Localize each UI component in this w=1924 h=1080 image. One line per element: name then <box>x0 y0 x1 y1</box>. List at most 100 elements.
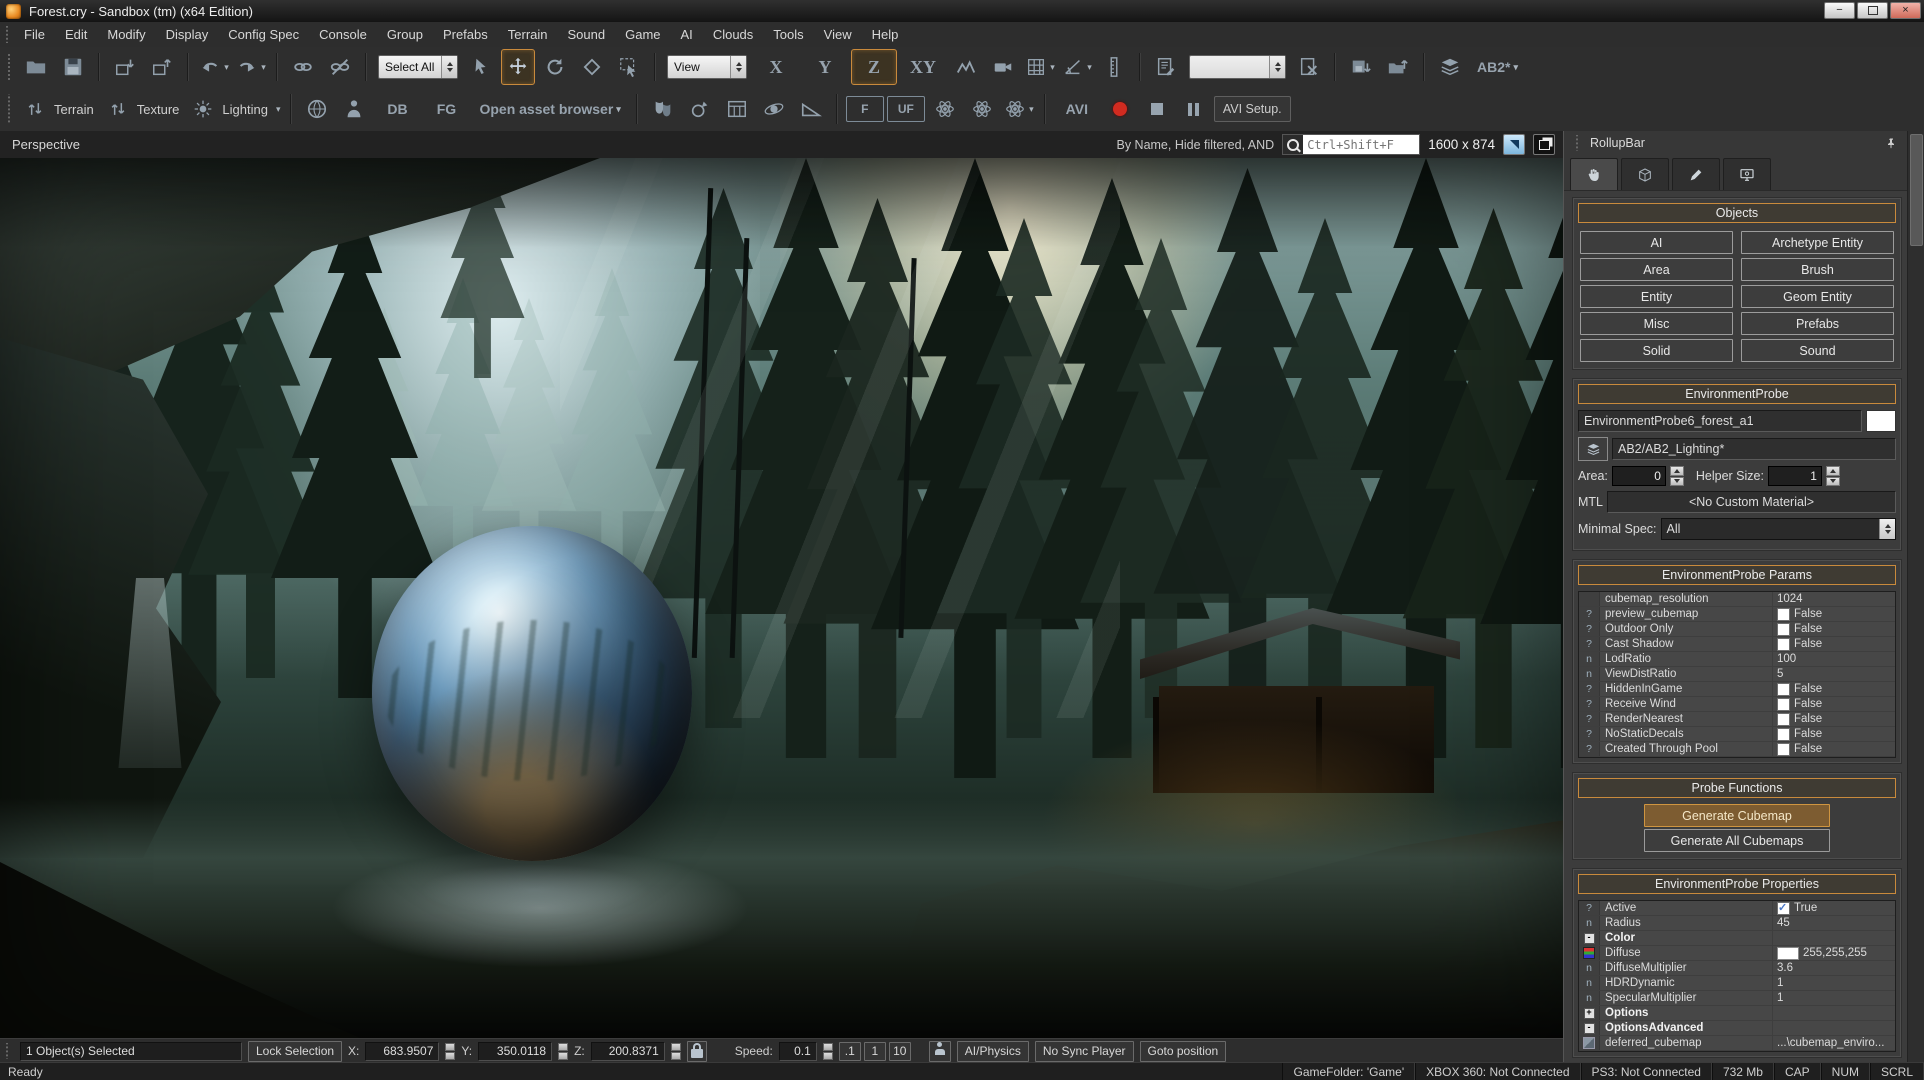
pin-icon[interactable] <box>1884 136 1898 150</box>
lock-axis-button[interactable] <box>686 1040 707 1062</box>
record-button[interactable] <box>1103 91 1137 127</box>
menu-sound[interactable]: Sound <box>558 23 616 46</box>
menu-ai[interactable]: AI <box>671 23 703 46</box>
rollupbar-scrollbar[interactable] <box>1907 131 1924 1062</box>
y-coordinate-input[interactable]: 350.0118 <box>478 1041 553 1061</box>
property-value[interactable]: False <box>1772 637 1895 651</box>
property-value[interactable] <box>1772 1021 1895 1035</box>
trackview-icon[interactable] <box>757 91 791 127</box>
speed-preset-1[interactable]: 1 <box>863 1041 886 1061</box>
snap-angle-icon[interactable]: ▾ <box>1060 49 1094 85</box>
property-row[interactable]: - Color <box>1579 931 1895 946</box>
area-spinner[interactable] <box>1669 466 1684 486</box>
property-row[interactable]: n Radius 45 <box>1579 916 1895 931</box>
property-row[interactable]: ? Receive Wind False <box>1579 697 1895 712</box>
checkbox-unchecked-icon[interactable] <box>1777 622 1790 636</box>
property-value[interactable]: 1024 <box>1772 592 1895 606</box>
uf-panel-button[interactable]: UF <box>886 96 925 122</box>
object-type-prefabs[interactable]: Prefabs <box>1741 312 1894 335</box>
camera-icon[interactable] <box>986 49 1020 85</box>
save-level-stats-icon[interactable] <box>1344 49 1378 85</box>
property-row[interactable]: ? preview_cubemap False <box>1579 607 1895 622</box>
scale-tool-icon[interactable] <box>575 49 609 85</box>
restore-viewport-icon[interactable] <box>1533 134 1555 155</box>
dropdown-caret-icon[interactable]: ▾ <box>261 62 266 73</box>
follow-terrain-icon[interactable] <box>949 49 983 85</box>
z-spinner[interactable] <box>670 1042 681 1060</box>
property-value[interactable]: False <box>1772 697 1895 711</box>
delete-selection-icon[interactable] <box>1292 49 1326 85</box>
checkbox-unchecked-icon[interactable] <box>1777 727 1790 741</box>
menu-group[interactable]: Group <box>377 23 433 46</box>
import-objects-icon[interactable] <box>108 49 142 85</box>
layers-icon[interactable] <box>1433 49 1467 85</box>
properties-section-header[interactable]: EnvironmentProbe Properties <box>1578 874 1896 894</box>
z-coordinate-input[interactable]: 200.8371 <box>590 1041 665 1061</box>
lighting-tool[interactable]: Lighting ▾ <box>187 95 282 123</box>
property-value[interactable]: False <box>1772 622 1895 636</box>
atom-icon-2[interactable] <box>965 91 999 127</box>
select-tool-icon[interactable] <box>464 49 498 85</box>
reference-coords-combo[interactable]: View <box>667 55 747 79</box>
menu-terrain[interactable]: Terrain <box>498 23 558 46</box>
search-icon[interactable] <box>1283 135 1304 154</box>
property-row[interactable]: ? Active True <box>1579 901 1895 916</box>
player-button[interactable] <box>928 1040 951 1062</box>
dropdown-caret-icon[interactable]: ▾ <box>276 104 281 115</box>
functions-section-header[interactable]: Probe Functions <box>1578 778 1896 798</box>
property-value[interactable]: ...\cubemap_enviro... <box>1772 1036 1895 1050</box>
property-value[interactable]: 45 <box>1772 916 1895 930</box>
vehicle-editor-icon[interactable] <box>683 91 717 127</box>
pause-button[interactable] <box>1177 91 1211 127</box>
axis-x-button[interactable]: X <box>753 49 799 85</box>
dropdown-caret-icon[interactable]: ▾ <box>1029 104 1034 115</box>
property-value[interactable]: 255,255,255 <box>1772 946 1895 960</box>
selection-name-input[interactable] <box>1189 55 1286 79</box>
property-row[interactable]: n DiffuseMultiplier 3.6 <box>1579 961 1895 976</box>
speed-preset-10[interactable]: 10 <box>888 1041 911 1061</box>
axis-y-button[interactable]: Y <box>802 49 848 85</box>
scrollbar-thumb[interactable] <box>1910 134 1923 246</box>
object-type-solid[interactable]: Solid <box>1580 339 1733 362</box>
viewport-layout-icon[interactable] <box>1503 134 1525 155</box>
property-row[interactable]: - OptionsAdvanced <box>1579 1021 1895 1036</box>
title-bar[interactable]: Forest.cry - Sandbox (tm) (x64 Edition) … <box>0 0 1924 22</box>
property-value[interactable]: 5 <box>1772 667 1895 681</box>
export-objects-icon[interactable] <box>145 49 179 85</box>
object-type-ai[interactable]: AI <box>1580 231 1733 254</box>
move-tool-icon[interactable] <box>501 49 535 85</box>
viewport-filter-label[interactable]: By Name, Hide filtered, AND <box>1116 138 1274 152</box>
property-row[interactable]: ? Created Through Pool False <box>1579 742 1895 757</box>
no-sync-player-button[interactable]: No Sync Player <box>1034 1040 1134 1062</box>
property-value[interactable]: False <box>1772 742 1895 756</box>
texture-mode[interactable]: Texture <box>102 95 185 123</box>
menu-clouds[interactable]: Clouds <box>703 23 763 46</box>
spinner-icon[interactable] <box>441 56 457 78</box>
close-button[interactable]: × <box>1890 2 1921 19</box>
tab-display[interactable] <box>1723 158 1771 190</box>
collapse-icon[interactable]: - <box>1583 932 1595 944</box>
maximize-button[interactable] <box>1857 2 1888 19</box>
property-row[interactable]: cubemap_resolution 1024 <box>1579 592 1895 607</box>
named-selection-icon[interactable] <box>1149 49 1183 85</box>
color-swatch[interactable] <box>1777 946 1799 960</box>
property-value[interactable]: False <box>1772 727 1895 741</box>
minimal-spec-combo[interactable]: All <box>1660 518 1896 540</box>
object-type-entity[interactable]: Entity <box>1580 285 1733 308</box>
helper-size-input[interactable]: 1 <box>1767 466 1822 486</box>
ai-physics-button[interactable]: AI/Physics <box>956 1040 1029 1062</box>
menu-file[interactable]: File <box>14 23 55 46</box>
dropdown-caret-icon[interactable]: ▾ <box>224 62 229 73</box>
property-row[interactable]: n HDRDynamic 1 <box>1579 976 1895 991</box>
stop-button[interactable] <box>1140 91 1174 127</box>
x-coordinate-input[interactable]: 683.9507 <box>365 1041 440 1061</box>
property-value[interactable]: 100 <box>1772 652 1895 666</box>
atom-icon-1[interactable] <box>928 91 962 127</box>
generate-cubemap-button[interactable]: Generate Cubemap <box>1643 804 1831 827</box>
dropdown-caret-icon[interactable]: ▾ <box>1513 62 1518 73</box>
asset-browser-button[interactable]: Open asset browser ▾ <box>472 91 627 127</box>
checkbox-unchecked-icon[interactable] <box>1777 697 1790 711</box>
minimize-button[interactable]: − <box>1824 2 1855 19</box>
property-row[interactable]: + Options <box>1579 1006 1895 1021</box>
property-row[interactable]: Diffuse 255,255,255 <box>1579 946 1895 961</box>
